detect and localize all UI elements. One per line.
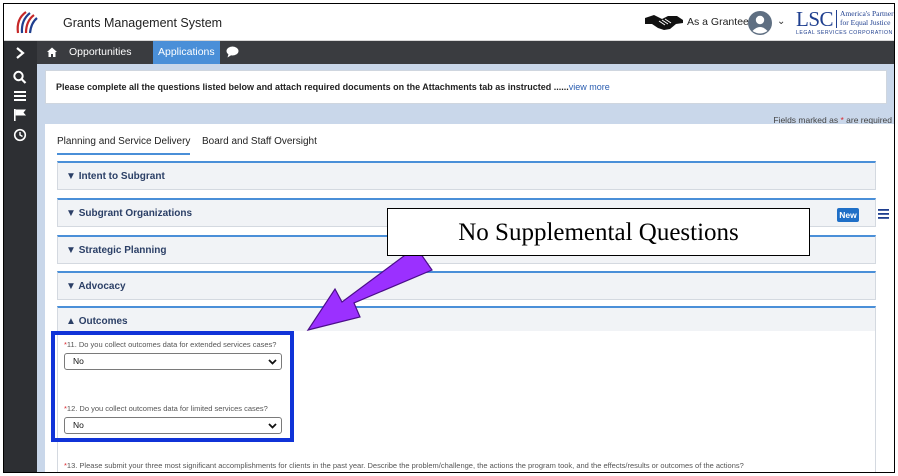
caret-down-icon: ▼ [66, 171, 76, 182]
notice-text: Please complete all the questions listed… [56, 82, 610, 92]
lsc-logo-line1: America's Partner [840, 9, 894, 18]
clock-icon[interactable] [12, 128, 28, 142]
caret-down-icon: ▼ [66, 281, 76, 292]
annotation-arrow-icon [306, 246, 433, 331]
avatar-chevron-down-icon[interactable]: ⌄ [777, 16, 785, 27]
section-label-text: Intent to Subgrant [78, 171, 165, 182]
notice-message: Please complete all the questions listed… [56, 82, 569, 92]
top-navbar: Opportunities Applications [37, 41, 894, 64]
section-advocacy-label: ▼ Advocacy [66, 281, 126, 292]
menu-icon[interactable] [878, 209, 889, 219]
question-text: 13. Please submit your three most signif… [66, 461, 744, 470]
caret-down-icon: ▼ [66, 245, 76, 256]
section-advocacy[interactable]: ▼ Advocacy [57, 271, 876, 300]
top-header: Grants Management System As a Grantee ⌄ … [4, 4, 894, 41]
nav-applications[interactable]: Applications [153, 41, 220, 64]
caret-up-icon: ▲ [66, 316, 76, 327]
caret-down-icon: ▼ [66, 208, 76, 219]
lsc-logo: LSC America's Partner for Equal Justice … [796, 7, 894, 37]
grants-logo-icon[interactable] [14, 9, 38, 35]
tab-board-and-staff-oversight[interactable]: Board and Staff Oversight [202, 136, 317, 153]
callout-text: No Supplemental Questions [458, 219, 739, 246]
highlight-box [51, 331, 294, 442]
section-label-text: Subgrant Organizations [78, 208, 193, 219]
section-label-text: Advocacy [78, 281, 126, 292]
annotation-callout: No Supplemental Questions [387, 208, 810, 256]
expand-chevron-icon[interactable] [12, 46, 28, 60]
chat-icon[interactable] [226, 46, 239, 58]
new-button[interactable]: New [837, 208, 859, 222]
left-sidebar [4, 41, 37, 472]
nav-opportunities[interactable]: Opportunities [64, 41, 136, 64]
section-subgrant-organizations-label: ▼ Subgrant Organizations [66, 208, 192, 219]
lsc-logo-abbr: LSC [796, 7, 834, 31]
section-strategic-planning-label: ▼ Strategic Planning [66, 245, 166, 256]
section-outcomes-label: ▲ Outcomes [66, 316, 128, 327]
view-more-link[interactable]: view more [569, 82, 610, 92]
question-13-label: *13. Please submit your three most signi… [64, 461, 744, 470]
lsc-logo-divider [836, 10, 837, 28]
list-icon[interactable] [12, 89, 28, 103]
section-intent-to-subgrant[interactable]: ▼ Intent to Subgrant [57, 161, 876, 190]
flag-icon[interactable] [12, 108, 28, 122]
app-title: Grants Management System [63, 16, 223, 30]
search-icon[interactable] [12, 70, 28, 84]
section-intent-to-subgrant-label: ▼ Intent to Subgrant [66, 171, 165, 182]
section-label-text: Outcomes [78, 316, 128, 327]
instruction-notice: Please complete all the questions listed… [45, 70, 887, 104]
lsc-logo-line3: LEGAL SERVICES CORPORATION [796, 30, 893, 36]
user-avatar-icon[interactable] [748, 11, 772, 35]
handshake-icon [645, 15, 683, 30]
screenshot-frame: Grants Management System As a Grantee ⌄ … [3, 3, 895, 473]
role-label: As a Grantee [687, 16, 749, 28]
tab-planning-and-service-delivery[interactable]: Planning and Service Delivery [57, 136, 191, 155]
home-icon[interactable] [46, 46, 58, 58]
lsc-logo-line2: for Equal Justice [840, 18, 891, 27]
section-label-text: Strategic Planning [78, 245, 167, 256]
